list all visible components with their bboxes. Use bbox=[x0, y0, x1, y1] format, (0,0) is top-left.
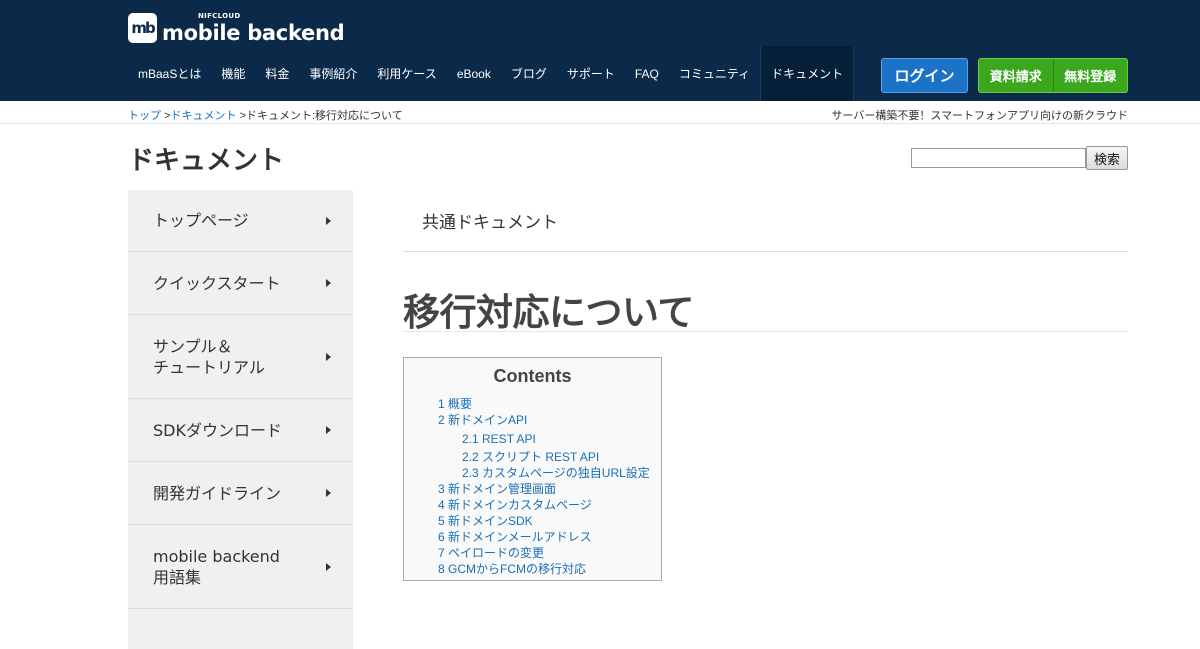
sidebar-item-more[interactable] bbox=[128, 609, 353, 649]
toc-link[interactable]: 4 新ドメインカスタムページ bbox=[438, 496, 592, 513]
toc-link[interactable]: 2 新ドメインAPI bbox=[438, 411, 527, 428]
sidebar-item-label: トップページ bbox=[153, 211, 249, 230]
search-button[interactable]: 検索 bbox=[1086, 146, 1128, 170]
site-logo[interactable]: mb NIFCLOUD mobile backend bbox=[128, 12, 345, 45]
nav-item-community[interactable]: コミュニティ bbox=[669, 46, 760, 101]
sidebar-item-label: 開発ガイドライン bbox=[153, 483, 282, 503]
sidebar-item-label: SDKダウンロード bbox=[153, 420, 282, 440]
logo-mark-icon: mb bbox=[128, 13, 157, 43]
nav-item-use-cases[interactable]: 利用ケース bbox=[367, 46, 446, 101]
logo-brand-name: mobile backend bbox=[162, 21, 345, 45]
nav-item-support[interactable]: サポート bbox=[557, 46, 625, 101]
article-title: 移行対応について bbox=[403, 291, 694, 334]
sidebar-item-top-page[interactable]: トップページ bbox=[128, 190, 353, 252]
sidebar-item-dev-guidelines[interactable]: 開発ガイドライン bbox=[128, 462, 353, 525]
page-title: ドキュメント bbox=[128, 146, 285, 176]
sidebar-item-label: クイックスタート bbox=[153, 273, 281, 293]
request-materials-button[interactable]: 資料請求 bbox=[979, 59, 1054, 92]
toc-link[interactable]: 2.3 カスタムページの独自URL設定 bbox=[462, 464, 650, 481]
sidebar-item-label: サンプル＆ チュートリアル bbox=[153, 336, 265, 377]
breadcrumb-bar: トップ >ドキュメント >ドキュメント:移行対応について サーバー構築不要！スマ… bbox=[0, 101, 1200, 124]
chevron-right-icon bbox=[326, 279, 331, 287]
toc-link[interactable]: 2.1 REST API bbox=[462, 432, 536, 446]
free-signup-button[interactable]: 無料登録 bbox=[1054, 59, 1128, 92]
toc-link[interactable]: 8 GCMからFCMの移行対応 bbox=[438, 560, 586, 577]
section-label: 共通ドキュメント bbox=[422, 213, 558, 233]
sidebar-item-glossary[interactable]: mobile backend 用語集 bbox=[128, 525, 353, 609]
nav-item-documents[interactable]: ドキュメント bbox=[760, 46, 855, 101]
sidebar-item-quick-start[interactable]: クイックスタート bbox=[128, 252, 353, 315]
chevron-right-icon bbox=[326, 562, 331, 571]
chevron-right-icon bbox=[326, 426, 331, 434]
logo-mark-text: mb bbox=[131, 19, 155, 37]
site-header: mb NIFCLOUD mobile backend mBaaSとは 機能 料金… bbox=[0, 0, 1200, 101]
toc-link[interactable]: 2.2 スクリプト REST API bbox=[462, 448, 599, 465]
toc-link[interactable]: 3 新ドメイン管理画面 bbox=[438, 480, 556, 497]
nav-item-blog[interactable]: ブログ bbox=[501, 46, 557, 101]
breadcrumb-top-link[interactable]: トップ bbox=[128, 110, 161, 122]
nav-item-faq[interactable]: FAQ bbox=[625, 46, 669, 101]
cta-button-group: 資料請求 無料登録 bbox=[978, 58, 1128, 93]
logo-brand-small: NIFCLOUD bbox=[198, 12, 241, 20]
nav-item-features[interactable]: 機能 bbox=[211, 46, 255, 101]
nav-item-mbaas[interactable]: mBaaSとは bbox=[128, 46, 211, 101]
section-divider bbox=[403, 251, 1128, 252]
breadcrumb-documents-link[interactable]: ドキュメント bbox=[171, 110, 237, 122]
chevron-right-icon bbox=[326, 489, 331, 497]
nav-item-pricing[interactable]: 料金 bbox=[255, 46, 299, 101]
search-input[interactable] bbox=[911, 148, 1086, 168]
chevron-right-icon bbox=[326, 352, 331, 361]
chevron-right-icon bbox=[326, 216, 331, 225]
nav-item-ebook[interactable]: eBook bbox=[447, 46, 501, 101]
title-divider bbox=[403, 331, 1128, 332]
toc-link[interactable]: 7 ペイロードの変更 bbox=[438, 544, 544, 561]
sidebar-item-samples-tutorials[interactable]: サンプル＆ チュートリアル bbox=[128, 315, 353, 399]
breadcrumb: トップ >ドキュメント >ドキュメント:移行対応について bbox=[128, 107, 403, 123]
sidebar-item-sdk-download[interactable]: SDKダウンロード bbox=[128, 399, 353, 462]
toc-link[interactable]: 1 概要 bbox=[438, 395, 472, 412]
table-of-contents: Contents 1 概要 2 新ドメインAPI 2.1 REST API 2.… bbox=[403, 357, 662, 581]
breadcrumb-current: ドキュメント:移行対応について bbox=[246, 110, 403, 122]
nav-item-case-studies[interactable]: 事例紹介 bbox=[299, 46, 367, 101]
sidebar: トップページ クイックスタート サンプル＆ チュートリアル SDKダウンロード … bbox=[128, 190, 353, 649]
login-button[interactable]: ログイン bbox=[881, 58, 968, 93]
site-tagline: サーバー構築不要！スマートフォンアプリ向けの新クラウド bbox=[831, 110, 1128, 122]
toc-title: Contents bbox=[493, 366, 572, 386]
toc-link[interactable]: 6 新ドメインメールアドレス bbox=[438, 528, 592, 545]
toc-link[interactable]: 5 新ドメインSDK bbox=[438, 512, 533, 529]
sidebar-item-label: mobile backend 用語集 bbox=[153, 546, 280, 587]
main-nav: mBaaSとは 機能 料金 事例紹介 利用ケース eBook ブログ サポート … bbox=[128, 46, 855, 101]
